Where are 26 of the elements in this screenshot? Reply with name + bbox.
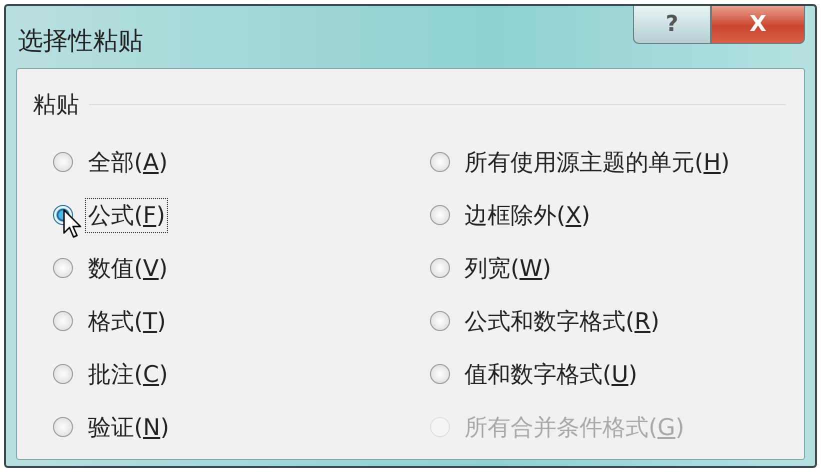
- option-label[interactable]: 所有使用源主题的单元(H): [462, 144, 733, 180]
- option-label[interactable]: 数值(V): [85, 250, 171, 286]
- option-label[interactable]: 验证(N): [85, 410, 172, 444]
- option-label[interactable]: 全部(A): [85, 144, 171, 180]
- window-title: 选择性粘贴: [18, 25, 143, 57]
- option-label[interactable]: 值和数字格式(U): [462, 356, 640, 392]
- option-label[interactable]: 公式(F): [85, 198, 168, 232]
- radio-button[interactable]: [430, 205, 450, 225]
- radio-button[interactable]: [430, 258, 450, 278]
- radio-button[interactable]: [53, 258, 73, 278]
- radio-button[interactable]: [53, 364, 73, 384]
- option-label[interactable]: 列宽(W): [462, 250, 554, 286]
- radio-button[interactable]: [53, 152, 73, 172]
- radio-button[interactable]: [430, 152, 450, 172]
- option-label[interactable]: 批注(C): [85, 356, 172, 392]
- cursor-icon: [63, 209, 83, 239]
- close-button[interactable]: X: [711, 6, 805, 44]
- radio-button[interactable]: [430, 311, 450, 331]
- radio-button[interactable]: [53, 417, 73, 437]
- group-title: 粘贴: [33, 91, 79, 120]
- radio-button[interactable]: [53, 311, 73, 331]
- option-label[interactable]: 公式和数字格式(R): [462, 304, 662, 338]
- option-label[interactable]: 边框除外(X): [462, 198, 594, 232]
- radio-button[interactable]: [430, 364, 450, 384]
- help-button[interactable]: ?: [633, 6, 711, 44]
- option-label[interactable]: 格式(T): [85, 304, 170, 338]
